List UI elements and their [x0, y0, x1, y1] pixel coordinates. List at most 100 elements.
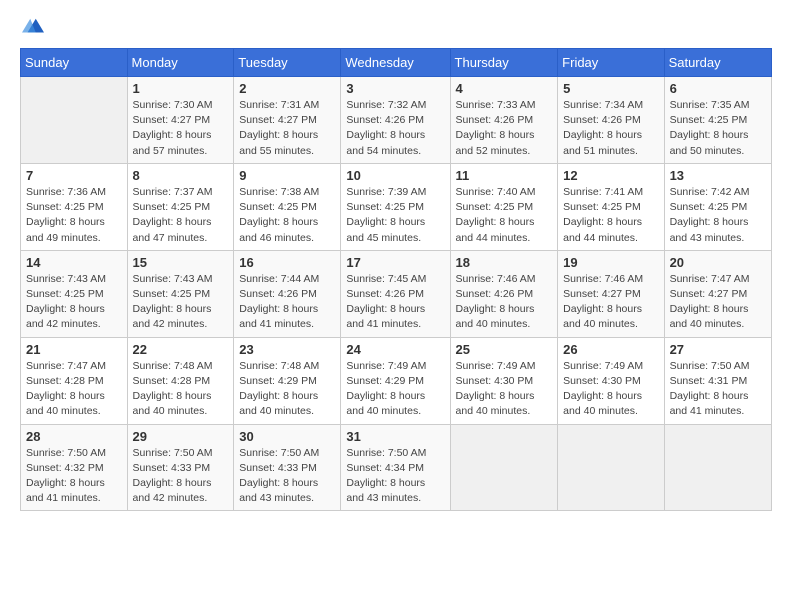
weekday-thursday: Thursday — [450, 49, 558, 77]
day-number: 20 — [670, 255, 766, 270]
day-number: 23 — [239, 342, 335, 357]
day-cell: 26Sunrise: 7:49 AMSunset: 4:30 PMDayligh… — [558, 337, 664, 424]
day-cell: 1 Sunrise: 7:30 AMSunset: 4:27 PMDaylight… — [127, 77, 234, 164]
day-number: 25 — [456, 342, 553, 357]
day-number: 22 — [133, 342, 229, 357]
day-cell: 19 Sunrise: 7:46 AMSunset: 4:27 PMDayligh… — [558, 250, 664, 337]
day-info: Sunrise: 7:50 AMSunset: 4:33 PMDaylight:… — [239, 446, 335, 507]
page-header — [20, 16, 772, 38]
day-cell: 3 Sunrise: 7:32 AMSunset: 4:26 PMDaylight… — [341, 77, 450, 164]
day-number: 29 — [133, 429, 229, 444]
day-cell: 15 Sunrise: 7:43 AMSunset: 4:25 PMDayligh… — [127, 250, 234, 337]
day-cell: 10 Sunrise: 7:39 AMSunset: 4:25 PMDayligh… — [341, 163, 450, 250]
day-cell: 29 Sunrise: 7:50 AMSunset: 4:33 PMDayligh… — [127, 424, 234, 511]
day-info: Sunrise: 7:48 AMSunset: 4:28 PMDaylight:… — [133, 359, 229, 420]
day-number: 17 — [346, 255, 444, 270]
day-number: 18 — [456, 255, 553, 270]
logo-icon — [22, 16, 44, 38]
day-cell — [21, 77, 128, 164]
day-cell: 20 Sunrise: 7:47 AMSunset: 4:27 PMDayligh… — [664, 250, 771, 337]
day-cell: 16 Sunrise: 7:44 AMSunset: 4:26 PMDayligh… — [234, 250, 341, 337]
day-number: 12 — [563, 168, 658, 183]
day-cell — [450, 424, 558, 511]
day-info: Sunrise: 7:38 AMSunset: 4:25 PMDaylight:… — [239, 185, 335, 246]
day-number: 21 — [26, 342, 122, 357]
day-number: 27 — [670, 342, 766, 357]
day-cell: 25 Sunrise: 7:49 AMSunset: 4:30 PMDayligh… — [450, 337, 558, 424]
day-cell: 21 Sunrise: 7:47 AMSunset: 4:28 PMDayligh… — [21, 337, 128, 424]
day-info: Sunrise: 7:43 AMSunset: 4:25 PMDaylight:… — [133, 272, 229, 333]
day-number: 16 — [239, 255, 335, 270]
day-number: 26 — [563, 342, 658, 357]
day-cell: 9 Sunrise: 7:38 AMSunset: 4:25 PMDaylight… — [234, 163, 341, 250]
day-info: Sunrise: 7:47 AMSunset: 4:28 PMDaylight:… — [26, 359, 122, 420]
day-number: 7 — [26, 168, 122, 183]
calendar: SundayMondayTuesdayWednesdayThursdayFrid… — [20, 48, 772, 511]
day-number: 5 — [563, 81, 658, 96]
day-cell: 30 Sunrise: 7:50 AMSunset: 4:33 PMDayligh… — [234, 424, 341, 511]
day-info: Sunrise: 7:35 AMSunset: 4:25 PMDaylight:… — [670, 98, 766, 159]
day-info: Sunrise: 7:46 AMSunset: 4:26 PMDaylight:… — [456, 272, 553, 333]
day-cell: 6 Sunrise: 7:35 AMSunset: 4:25 PMDaylight… — [664, 77, 771, 164]
day-info: Sunrise: 7:33 AMSunset: 4:26 PMDaylight:… — [456, 98, 553, 159]
week-row-2: 7 Sunrise: 7:36 AMSunset: 4:25 PMDaylight… — [21, 163, 772, 250]
day-info: Sunrise: 7:45 AMSunset: 4:26 PMDaylight:… — [346, 272, 444, 333]
day-number: 6 — [670, 81, 766, 96]
day-cell: 23 Sunrise: 7:48 AMSunset: 4:29 PMDayligh… — [234, 337, 341, 424]
day-cell: 4 Sunrise: 7:33 AMSunset: 4:26 PMDaylight… — [450, 77, 558, 164]
day-number: 15 — [133, 255, 229, 270]
day-number: 2 — [239, 81, 335, 96]
day-info: Sunrise: 7:32 AMSunset: 4:26 PMDaylight:… — [346, 98, 444, 159]
day-info: Sunrise: 7:37 AMSunset: 4:25 PMDaylight:… — [133, 185, 229, 246]
day-info: Sunrise: 7:50 AMSunset: 4:31 PMDaylight:… — [670, 359, 766, 420]
day-info: Sunrise: 7:47 AMSunset: 4:27 PMDaylight:… — [670, 272, 766, 333]
day-number: 11 — [456, 168, 553, 183]
day-number: 31 — [346, 429, 444, 444]
day-cell — [558, 424, 664, 511]
day-cell: 7 Sunrise: 7:36 AMSunset: 4:25 PMDaylight… — [21, 163, 128, 250]
day-info: Sunrise: 7:42 AMSunset: 4:25 PMDaylight:… — [670, 185, 766, 246]
week-row-1: 1 Sunrise: 7:30 AMSunset: 4:27 PMDaylight… — [21, 77, 772, 164]
weekday-header-row: SundayMondayTuesdayWednesdayThursdayFrid… — [21, 49, 772, 77]
day-number: 4 — [456, 81, 553, 96]
week-row-4: 21 Sunrise: 7:47 AMSunset: 4:28 PMDayligh… — [21, 337, 772, 424]
day-info: Sunrise: 7:48 AMSunset: 4:29 PMDaylight:… — [239, 359, 335, 420]
weekday-monday: Monday — [127, 49, 234, 77]
day-info: Sunrise: 7:50 AMSunset: 4:33 PMDaylight:… — [133, 446, 229, 507]
day-info: Sunrise: 7:40 AMSunset: 4:25 PMDaylight:… — [456, 185, 553, 246]
day-info: Sunrise: 7:31 AMSunset: 4:27 PMDaylight:… — [239, 98, 335, 159]
day-number: 1 — [133, 81, 229, 96]
day-number: 13 — [670, 168, 766, 183]
day-info: Sunrise: 7:50 AMSunset: 4:32 PMDaylight:… — [26, 446, 122, 507]
day-cell: 12 Sunrise: 7:41 AMSunset: 4:25 PMDayligh… — [558, 163, 664, 250]
day-cell: 31 Sunrise: 7:50 AMSunset: 4:34 PMDayligh… — [341, 424, 450, 511]
day-cell: 27 Sunrise: 7:50 AMSunset: 4:31 PMDayligh… — [664, 337, 771, 424]
day-cell: 18 Sunrise: 7:46 AMSunset: 4:26 PMDayligh… — [450, 250, 558, 337]
weekday-sunday: Sunday — [21, 49, 128, 77]
day-cell: 17 Sunrise: 7:45 AMSunset: 4:26 PMDayligh… — [341, 250, 450, 337]
weekday-saturday: Saturday — [664, 49, 771, 77]
day-cell: 14Sunrise: 7:43 AMSunset: 4:25 PMDayligh… — [21, 250, 128, 337]
day-number: 30 — [239, 429, 335, 444]
day-info: Sunrise: 7:46 AMSunset: 4:27 PMDaylight:… — [563, 272, 658, 333]
day-info: Sunrise: 7:49 AMSunset: 4:30 PMDaylight:… — [456, 359, 553, 420]
day-info: Sunrise: 7:41 AMSunset: 4:25 PMDaylight:… — [563, 185, 658, 246]
day-cell: 5 Sunrise: 7:34 AMSunset: 4:26 PMDaylight… — [558, 77, 664, 164]
day-info: Sunrise: 7:44 AMSunset: 4:26 PMDaylight:… — [239, 272, 335, 333]
week-row-3: 14 Sunrise: 7:43 AMSunset: 4:25 PMDayligh… — [21, 250, 772, 337]
week-row-5: 28Sunrise: 7:50 AMSunset: 4:32 PMDayligh… — [21, 424, 772, 511]
day-number: 24 — [346, 342, 444, 357]
day-info: Sunrise: 7:30 AMSunset: 4:27 PMDaylight:… — [133, 98, 229, 159]
day-number: 9 — [239, 168, 335, 183]
day-info: Sunrise: 7:39 AMSunset: 4:25 PMDaylight:… — [346, 185, 444, 246]
day-info: Sunrise: 7:34 AMSunset: 4:26 PMDaylight:… — [563, 98, 658, 159]
day-number: 10 — [346, 168, 444, 183]
day-number: 19 — [563, 255, 658, 270]
day-info: Sunrise: 7:50 AMSunset: 4:34 PMDaylight:… — [346, 446, 444, 507]
logo — [20, 16, 44, 38]
day-cell: 11 Sunrise: 7:40 AMSunset: 4:25 PMDayligh… — [450, 163, 558, 250]
day-info: Sunrise: 7:36 AMSunset: 4:25 PMDaylight:… — [26, 185, 122, 246]
day-number: 3 — [346, 81, 444, 96]
day-number: 14 — [26, 255, 122, 270]
day-cell — [664, 424, 771, 511]
